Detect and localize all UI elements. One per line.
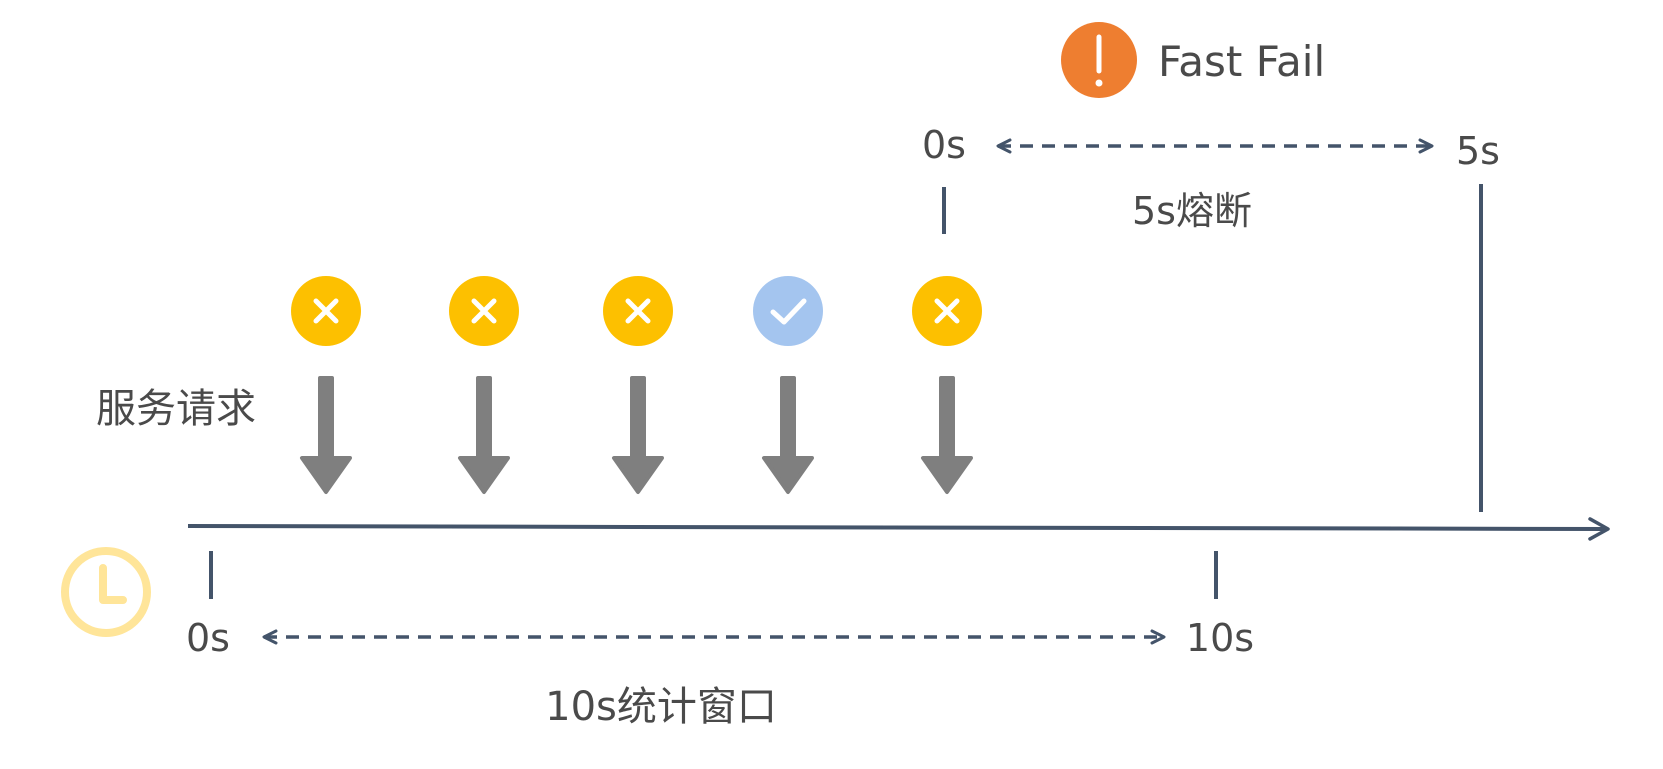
stat-window: 0s 10s 10s统计窗口: [186, 551, 1254, 730]
break-start-label: 0s: [922, 123, 966, 167]
request-arrow: [300, 376, 352, 494]
timeline-axis: [187, 517, 1610, 541]
request-list: [291, 276, 982, 494]
request-item: [291, 276, 361, 494]
cross-icon: [449, 276, 519, 346]
break-window: 0s 5s 5s熔断: [922, 123, 1500, 512]
break-window-label: 5s熔断: [1132, 189, 1252, 233]
clock-icon: [61, 547, 151, 637]
fast-fail-badge: Fast Fail: [1061, 22, 1325, 98]
fast-fail-label: Fast Fail: [1158, 37, 1325, 86]
request-arrow: [921, 376, 973, 494]
cross-icon: [603, 276, 673, 346]
cross-icon: [291, 276, 361, 346]
request-item: [912, 276, 982, 494]
cross-icon: [912, 276, 982, 346]
circuit-breaker-diagram: Fast Fail 0s 5s 5s熔断 服务请求 0s 10s 10s统计窗口: [0, 0, 1663, 769]
request-arrow: [612, 376, 664, 494]
request-item: [449, 276, 519, 494]
request-item: [603, 276, 673, 494]
stat-end-label: 10s: [1186, 616, 1254, 660]
request-arrow: [762, 376, 814, 494]
stat-start-label: 0s: [186, 616, 230, 660]
check-icon: [753, 276, 823, 346]
requests-label: 服务请求: [96, 386, 256, 432]
stat-window-label: 10s统计窗口: [545, 684, 777, 730]
break-end-label: 5s: [1456, 129, 1500, 173]
request-item: [753, 276, 823, 494]
request-arrow: [458, 376, 510, 494]
